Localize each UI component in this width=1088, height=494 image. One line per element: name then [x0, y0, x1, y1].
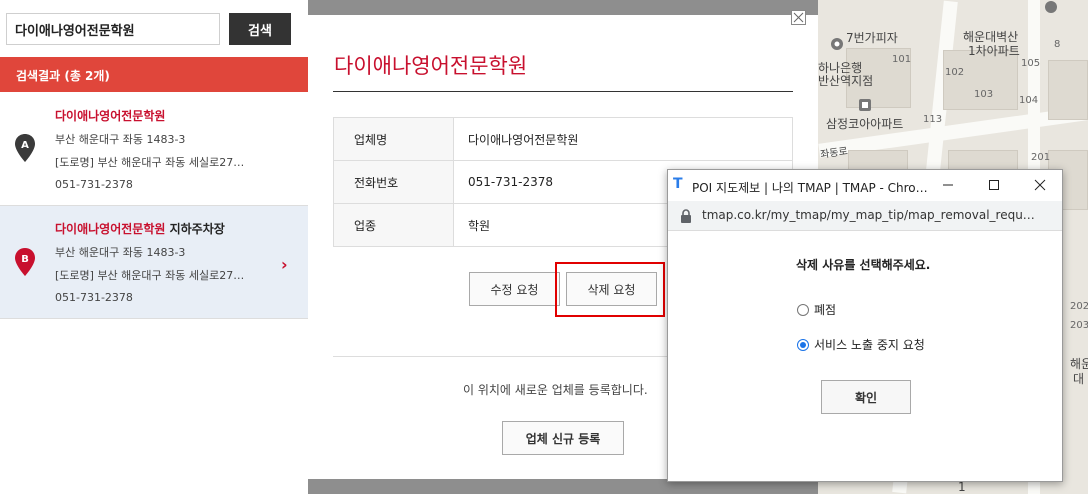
chevron-right-icon[interactable]: › [281, 255, 288, 274]
map-label: 대 [1073, 372, 1085, 386]
close-icon[interactable] [791, 10, 806, 25]
result-title[interactable]: 다이애나영어전문학원 지하주차장 [55, 220, 225, 237]
map-number: 104 [1019, 95, 1039, 106]
window-titlebar[interactable]: T POI 지도제보 | 나의 TMAP | TMAP - Chro… [668, 170, 1062, 201]
result-title[interactable]: 다이애나영어전문학원 [55, 107, 165, 124]
confirm-button[interactable]: 확인 [821, 380, 911, 414]
result-address: 부산 해운대구 좌동 1483-3 [55, 133, 186, 146]
map-number: 102 [945, 67, 965, 78]
info-row: 업체명 다이애나영어전문학원 [333, 117, 793, 161]
result-road-address: [도로명] 부산 해운대구 좌동 세실로27… [55, 269, 245, 282]
map-label: 1차아파트 [968, 44, 1020, 58]
divider [333, 91, 793, 92]
window-title: POI 지도제보 | 나의 TMAP | TMAP - Chro… [692, 181, 928, 195]
map-label: 삼정코아아파트 [826, 117, 904, 131]
map-number: 113 [923, 114, 943, 125]
map-label: 1 [958, 480, 966, 494]
svg-text:B: B [21, 254, 29, 265]
minimize-button[interactable] [925, 170, 971, 201]
result-road-address: [도로명] 부산 해운대구 좌동 세실로27… [55, 156, 245, 169]
map-number: 105 [1021, 58, 1041, 69]
map-poi-icon [1045, 1, 1057, 13]
info-key: 전화번호 [333, 160, 454, 204]
radio-unchecked[interactable] [797, 304, 809, 316]
search-results-panel: 검색 검색결과 (총 2개) A 다이애나영어전문학원 부산 해운대구 좌동 1… [0, 0, 308, 494]
radio-checked[interactable] [797, 339, 809, 351]
lock-icon [681, 209, 691, 223]
reason-option-closed[interactable]: 폐점 [797, 301, 836, 318]
map-poi-icon [859, 99, 871, 111]
info-key: 업체명 [333, 117, 454, 161]
result-address: 부산 해운대구 좌동 1483-3 [55, 246, 186, 259]
info-value: 다이애나영어전문학원 [453, 117, 793, 161]
search-input[interactable] [6, 13, 220, 45]
marker-b-icon: B [15, 248, 35, 276]
map-label: 반산역지점 [818, 74, 874, 88]
map-number: 103 [974, 89, 994, 100]
maximize-button[interactable] [971, 170, 1017, 201]
register-new-button[interactable]: 업체 신규 등록 [502, 421, 624, 455]
results-header: 검색결과 (총 2개) [0, 57, 308, 92]
result-item-selected[interactable]: B 다이애나영어전문학원 지하주차장 부산 해운대구 좌동 1483-3 [도로… [0, 206, 308, 319]
result-item[interactable]: A 다이애나영어전문학원 부산 해운대구 좌동 1483-3 [도로명] 부산 … [0, 93, 308, 206]
result-phone: 051-731-2378 [55, 178, 133, 191]
window-close-button[interactable] [1017, 170, 1063, 201]
map-number: 101 [892, 54, 912, 65]
delete-reason-prompt: 삭제 사유를 선택해주세요. [796, 258, 931, 272]
tmap-logo-icon: T [673, 176, 683, 192]
reason-option-stop-exposure[interactable]: 서비스 노출 중지 요청 [797, 336, 925, 353]
map-number: 202 [1070, 301, 1088, 312]
address-bar[interactable]: tmap.co.kr/my_tmap/my_map_tip/map_remova… [668, 201, 1062, 231]
info-key: 업종 [333, 203, 454, 247]
result-phone: 051-731-2378 [55, 291, 133, 304]
register-text: 이 위치에 새로운 업체를 등록합니다. [463, 383, 648, 397]
detail-title: 다이애나영어전문학원 [334, 54, 528, 78]
map-label: 7번가피자 [846, 31, 898, 45]
search-button[interactable]: 검색 [229, 13, 291, 45]
map-number: 8 [1054, 39, 1061, 50]
map-poi-icon [831, 38, 843, 50]
url-text[interactable]: tmap.co.kr/my_tmap/my_map_tip/map_remova… [702, 208, 1052, 222]
marker-a-icon: A [15, 134, 35, 162]
edit-request-button[interactable]: 수정 요청 [469, 272, 560, 306]
map-number: 201 [1031, 152, 1051, 163]
map-number: 203 [1070, 320, 1088, 331]
map-label: 좌동로 [819, 146, 849, 161]
highlight-box [555, 262, 665, 317]
popup-window: T POI 지도제보 | 나의 TMAP | TMAP - Chro… tmap… [667, 169, 1063, 482]
svg-text:A: A [21, 140, 29, 151]
